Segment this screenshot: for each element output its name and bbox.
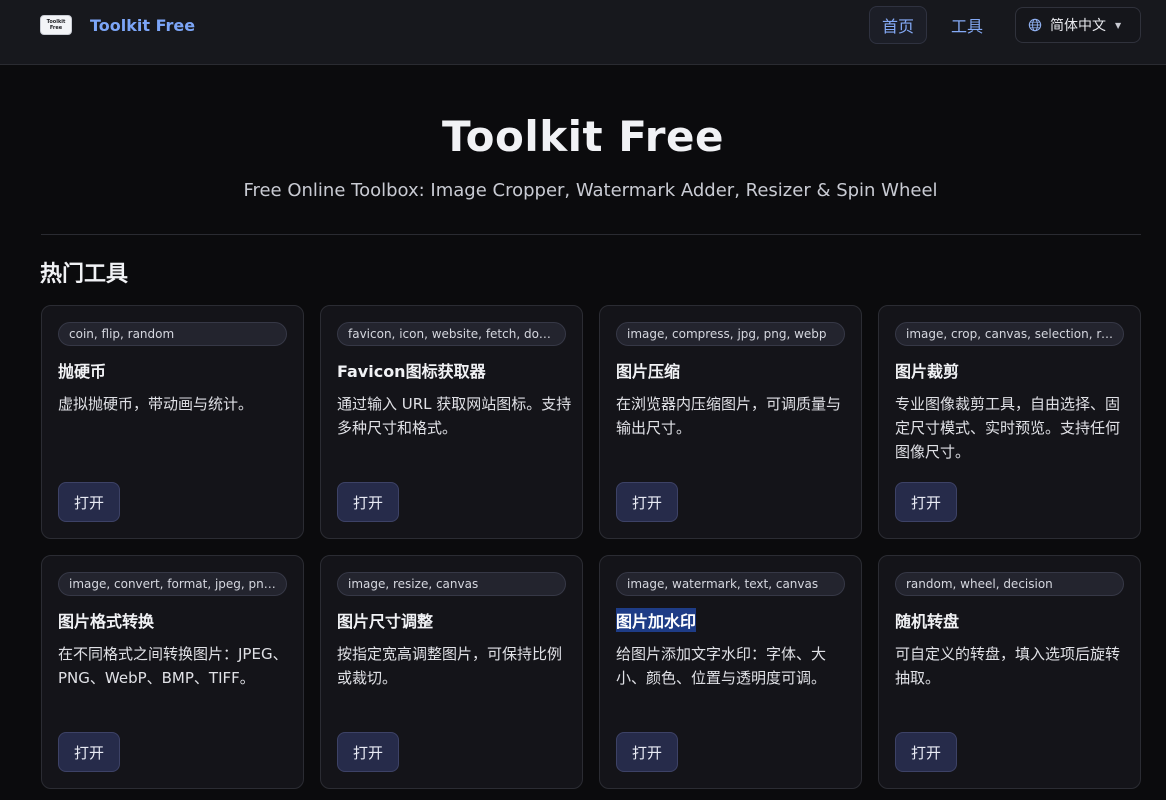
tool-tags: image, compress, jpg, png, webp (616, 322, 845, 346)
brand-link[interactable]: Toolkit Free Toolkit Free (40, 14, 195, 36)
tool-tags: random, wheel, decision (895, 572, 1124, 596)
section-title-popular-tools: 热门工具 (40, 262, 129, 287)
tool-description: 按指定宽高调整图片，可保持比例或裁切。 (337, 645, 563, 687)
tool-description: 虚拟抛硬币，带动画与统计。 (58, 395, 254, 413)
tool-tags: image, watermark, text, canvas (616, 572, 845, 596)
tool-tags: coin, flip, random (58, 322, 287, 346)
tool-title: 图片加水印 (616, 608, 697, 632)
logo-text-line2: Free (49, 25, 63, 31)
tool-card-coin-flip[interactable]: coin, flip, random 抛硬币 虚拟抛硬币，带动画与统计。 打开 (41, 305, 304, 539)
page-title: Toolkit Free (442, 112, 724, 161)
globe-icon (1028, 18, 1042, 32)
language-select[interactable]: 简体中文 ▼ (1015, 7, 1141, 43)
tool-card-image-compress[interactable]: image, compress, jpg, png, webp 图片压缩 在浏览… (599, 305, 862, 539)
tool-title: Favicon图标获取器 (337, 362, 486, 381)
page-subtitle: Free Online Toolbox: Image Cropper, Wate… (243, 180, 938, 201)
open-button[interactable]: 打开 (58, 732, 120, 772)
open-button[interactable]: 打开 (337, 482, 399, 522)
tool-description: 在不同格式之间转换图片：JPEG、PNG、WebP、BMP、TIFF。 (58, 645, 288, 687)
tool-description: 专业图像裁剪工具，自由选择、固定尺寸模式、实时预览。支持任何图像尺寸。 (895, 395, 1121, 461)
open-button[interactable]: 打开 (58, 482, 120, 522)
open-button[interactable]: 打开 (616, 482, 678, 522)
nav-tools-link[interactable]: 工具 (940, 6, 994, 44)
nav-home-link[interactable]: 首页 (869, 6, 927, 44)
tool-description: 可自定义的转盘，填入选项后旋转抽取。 (895, 645, 1121, 687)
top-navbar: Toolkit Free Toolkit Free 首页 工具 简体中文 ▼ (0, 0, 1166, 65)
tool-description: 在浏览器内压缩图片，可调质量与输出尺寸。 (616, 395, 842, 437)
tool-card-image-convert[interactable]: image, convert, format, jpeg, png, webp … (41, 555, 304, 789)
open-button[interactable]: 打开 (616, 732, 678, 772)
tool-description: 通过输入 URL 获取网站图标。支持多种尺寸和格式。 (337, 395, 572, 437)
divider (41, 234, 1141, 235)
tool-title: 图片裁剪 (895, 362, 960, 381)
site-logo: Toolkit Free (40, 15, 72, 35)
brand-name[interactable]: Toolkit Free (90, 16, 195, 35)
tool-tags: favicon, icon, website, fetch, download (337, 322, 566, 346)
open-button[interactable]: 打开 (895, 732, 957, 772)
tool-tags: image, crop, canvas, selection, resize (895, 322, 1124, 346)
tool-title: 抛硬币 (58, 362, 107, 381)
tool-tags: image, resize, canvas (337, 572, 566, 596)
open-button[interactable]: 打开 (895, 482, 957, 522)
tool-card-image-resize[interactable]: image, resize, canvas 图片尺寸调整 按指定宽高调整图片，可… (320, 555, 583, 789)
tool-card-image-crop[interactable]: image, crop, canvas, selection, resize 图… (878, 305, 1141, 539)
chevron-down-icon: ▼ (1115, 20, 1122, 30)
tool-title: 图片压缩 (616, 362, 681, 381)
tool-card-favicon-fetcher[interactable]: favicon, icon, website, fetch, download … (320, 305, 583, 539)
tool-card-image-watermark[interactable]: image, watermark, text, canvas 图片加水印 给图片… (599, 555, 862, 789)
tool-card-spin-wheel[interactable]: random, wheel, decision 随机转盘 可自定义的转盘，填入选… (878, 555, 1141, 789)
tool-title: 图片尺寸调整 (337, 612, 434, 631)
open-button[interactable]: 打开 (337, 732, 399, 772)
tool-title: 随机转盘 (895, 612, 960, 631)
tool-description: 给图片添加文字水印：字体、大小、颜色、位置与透明度可调。 (616, 645, 827, 687)
tool-tags: image, convert, format, jpeg, png, webp (58, 572, 287, 596)
language-label: 简体中文 (1050, 18, 1106, 34)
tool-title: 图片格式转换 (58, 612, 155, 631)
